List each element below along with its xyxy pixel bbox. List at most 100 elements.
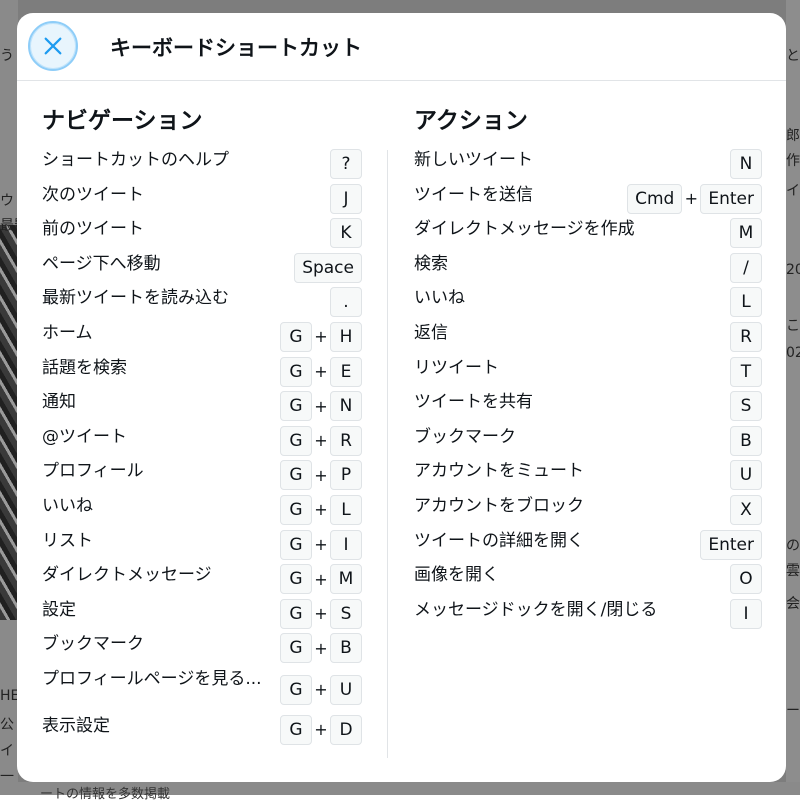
shortcut-keys: T [730, 356, 762, 387]
keycap: L [330, 494, 362, 525]
key-separator: + [314, 362, 328, 382]
shortcut-row: アカウントをブロック X [414, 494, 762, 530]
keyboard-shortcuts-dialog: キーボードショートカット ナビゲーション ショートカットのヘルプ? 次のツイート J… [17, 13, 786, 782]
shortcut-row: アカウントをミュート U [414, 460, 762, 495]
key-separator: + [314, 680, 328, 700]
shortcut-keys: G + I [280, 529, 362, 560]
keycap: O [730, 564, 762, 595]
shortcut-keys: G + N [280, 391, 362, 422]
shortcut-row: 新しいツイート N [414, 149, 762, 184]
navigation-shortcut-list: ショートカットのヘルプ? 次のツイート J 前のツイート K ページ下へ移動 Space 最新… [42, 149, 362, 750]
section-title-actions: アクション [414, 108, 528, 134]
shortcut-label: 表示設定 [42, 715, 110, 736]
keycap: . [330, 287, 362, 318]
shortcut-keys: G + H [280, 321, 362, 352]
background-text: イ [0, 743, 14, 759]
key-separator: + [314, 396, 328, 416]
shortcut-row: ツイートの詳細を開く Enter [414, 529, 762, 565]
background-text: ウ [0, 193, 14, 209]
shortcut-keys: G + R [280, 425, 362, 456]
shortcut-row: 表示設定 G + D [42, 714, 362, 750]
shortcut-label: いいね [42, 495, 93, 516]
shortcut-keys: S [730, 391, 762, 422]
keycap: M [330, 564, 362, 595]
shortcut-keys: L [730, 287, 762, 318]
shortcut-row: ホーム G + H [42, 321, 362, 357]
shortcut-keys: U [730, 460, 762, 491]
column-divider [387, 150, 388, 758]
shortcut-label: 次のツイート [42, 184, 144, 205]
shortcut-row: いいね L [414, 287, 762, 322]
shortcut-label: メッセージドックを開く/閉じる [414, 599, 658, 620]
dialog-header: キーボードショートカット [17, 13, 786, 81]
shortcut-label: 設定 [42, 599, 76, 620]
shortcut-label: ダイレクトメッセージを作成 [414, 219, 635, 240]
background-text: 雲 [786, 563, 800, 579]
background-text: う [0, 48, 14, 64]
keycap: G [280, 564, 312, 595]
shortcut-row: ブックマーク B [414, 425, 762, 461]
shortcut-row: ショートカットのヘルプ? [42, 149, 362, 184]
background-text: HE [0, 688, 18, 704]
shortcut-label: 話題を検索 [42, 357, 127, 378]
shortcut-label: プロフィール [42, 461, 144, 482]
keycap: U [330, 674, 362, 705]
shortcut-row: ツイートを共有 S [414, 391, 762, 426]
shortcut-keys: M [730, 218, 762, 249]
shortcut-keys: G + D [280, 714, 362, 745]
keycap: ? [330, 149, 362, 179]
shortcut-label: プロフィールページを見る... [42, 668, 262, 689]
background-text: 一 [0, 769, 14, 785]
shortcut-label: リツイート [414, 357, 499, 378]
shortcut-keys: B [730, 425, 762, 456]
shortcut-row: ページ下へ移動 Space [42, 252, 362, 288]
key-separator: + [314, 431, 328, 451]
background-text: 公 [0, 717, 14, 733]
keycap: L [730, 287, 762, 318]
background-text: 作視 [786, 153, 800, 169]
background-text: ート [786, 703, 800, 719]
shortcut-keys: Cmd + Enter [627, 183, 762, 214]
keycap: / [730, 252, 762, 283]
shortcut-label: 通知 [42, 392, 76, 413]
shortcut-row: 通知 G + N [42, 391, 362, 426]
keycap: G [280, 714, 312, 745]
shortcut-label: 前のツイート [42, 219, 144, 240]
keycap: Cmd [627, 183, 683, 214]
keycap: M [730, 218, 762, 249]
close-button[interactable] [28, 21, 78, 71]
shortcut-row: 前のツイート K [42, 218, 362, 253]
keycap: P [330, 460, 362, 491]
shortcut-row: メッセージドックを開く/閉じる I [414, 598, 762, 634]
shortcut-keys: / [730, 252, 762, 283]
keycap: T [730, 356, 762, 387]
keycap: S [330, 598, 362, 629]
background-text: 最影 [0, 218, 18, 234]
keycap: I [730, 598, 762, 629]
shortcut-row: 次のツイート J [42, 183, 362, 219]
actions-shortcut-list: 新しいツイート N ツイートを送信 Cmd + Enter ダイレクトメッセージを作成 M 検索… [414, 149, 762, 633]
keycap: B [730, 425, 762, 456]
shortcut-label: ダイレクトメッセージ [42, 565, 212, 586]
actions-section: アクション 新しいツイート N ツイートを送信 Cmd + Enter ダイレクトメッセージ… [414, 101, 762, 633]
shortcut-label: 返信 [414, 322, 448, 343]
shortcut-row: 最新ツイートを読み込む. [42, 287, 362, 322]
background-photo [0, 225, 18, 620]
keycap: G [280, 425, 312, 456]
shortcut-row: 画像を開く O [414, 564, 762, 599]
background-right-column [786, 0, 800, 795]
background-text: イ [786, 183, 800, 199]
shortcut-keys: G + L [280, 494, 362, 525]
shortcut-label: ブックマーク [414, 426, 516, 447]
navigation-section: ナビゲーション ショートカットのヘルプ? 次のツイート J 前のツイート K ページ下へ移… [42, 101, 362, 750]
keycap: K [330, 218, 362, 249]
shortcut-row: @ツイート G + R [42, 425, 362, 461]
shortcut-label: リスト [42, 530, 93, 551]
shortcut-label: ホーム [42, 322, 93, 343]
keycap: U [730, 460, 762, 491]
shortcut-label: ツイートの詳細を開く [414, 530, 584, 551]
shortcut-label: 最新ツイートを読み込む [42, 288, 229, 309]
shortcut-row: リスト G + I [42, 529, 362, 565]
shortcut-keys: I [730, 598, 762, 629]
background-text: こ [786, 318, 800, 334]
